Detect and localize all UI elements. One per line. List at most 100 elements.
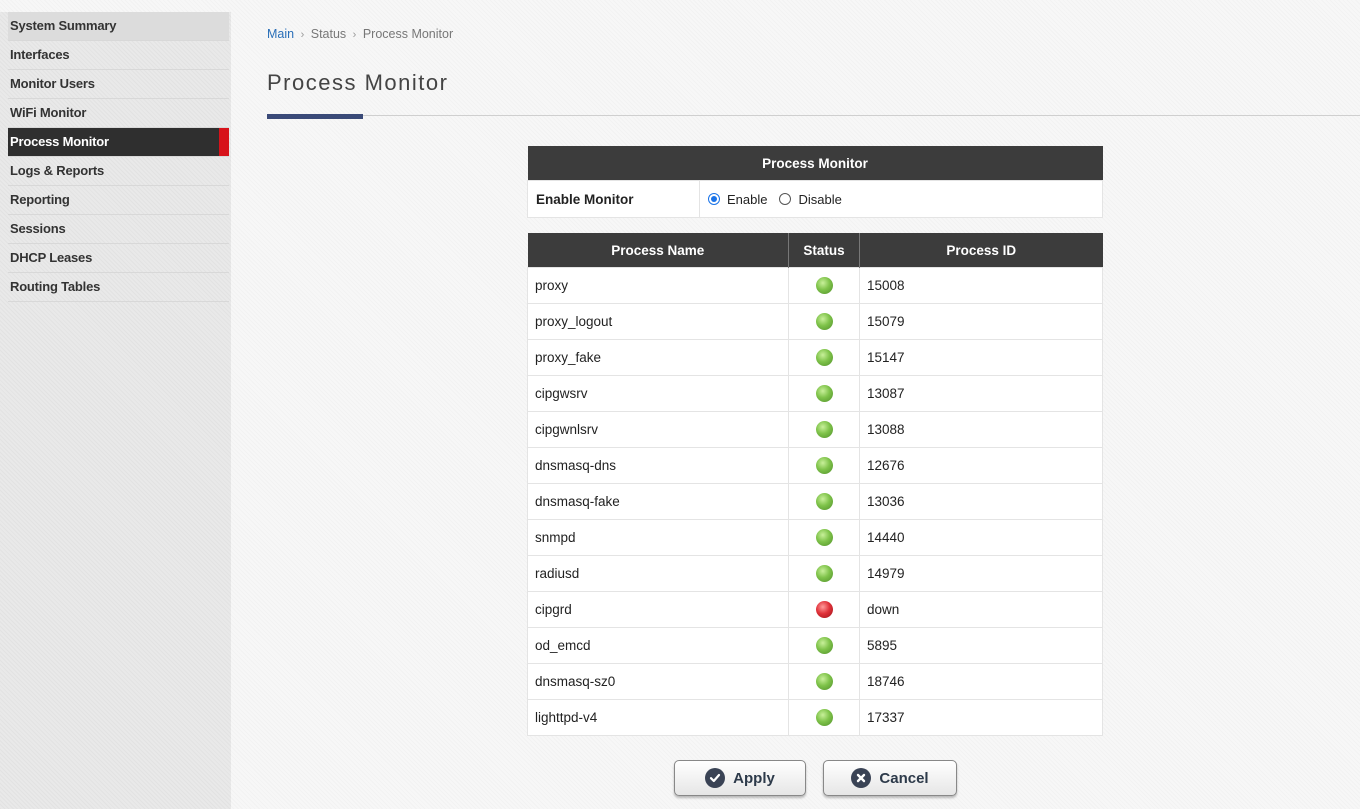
apply-button[interactable]: Apply xyxy=(674,760,806,796)
status-up-icon xyxy=(815,385,833,402)
process-id-cell: 12676 xyxy=(859,447,1103,484)
process-name-cell: cipgrd xyxy=(527,591,789,628)
process-status-cell xyxy=(788,483,860,520)
process-name-cell: snmpd xyxy=(527,519,789,556)
enable-radio[interactable] xyxy=(708,193,720,205)
table-row: radiusd 14979 xyxy=(527,555,1103,592)
process-id-cell: 15147 xyxy=(859,339,1103,376)
status-up-icon xyxy=(815,709,833,726)
table-row: snmpd 14440 xyxy=(527,519,1103,556)
column-header-status: Status xyxy=(788,233,860,268)
sidebar-item-reporting[interactable]: Reporting xyxy=(8,186,229,215)
process-id-cell: 13087 xyxy=(859,375,1103,412)
status-down-icon xyxy=(815,601,833,618)
monitor-table-header: Process Monitor xyxy=(527,146,1103,181)
status-up-icon xyxy=(815,313,833,330)
process-status-cell xyxy=(788,339,860,376)
sidebar-item-sessions[interactable]: Sessions xyxy=(8,215,229,244)
process-name-cell: cipgwnlsrv xyxy=(527,411,789,448)
sidebar-item-system-summary[interactable]: System Summary xyxy=(8,12,229,41)
status-up-icon xyxy=(815,349,833,366)
process-status-cell xyxy=(788,519,860,556)
sidebar-item-routing-tables[interactable]: Routing Tables xyxy=(8,273,229,302)
sidebar-item-monitor-users[interactable]: Monitor Users xyxy=(8,70,229,99)
apply-button-label: Apply xyxy=(733,769,775,787)
enable-monitor-label: Enable Monitor xyxy=(527,180,700,218)
enable-monitor-options: Enable Disable xyxy=(699,180,1103,218)
table-row: dnsmasq-fake 13036 xyxy=(527,483,1103,520)
table-row: proxy 15008 xyxy=(527,267,1103,304)
process-status-cell xyxy=(788,555,860,592)
sidebar-item-interfaces[interactable]: Interfaces xyxy=(8,41,229,70)
process-id-cell: 18746 xyxy=(859,663,1103,700)
cancel-button[interactable]: Cancel xyxy=(823,760,957,796)
status-up-icon xyxy=(815,421,833,438)
process-name-cell: proxy xyxy=(527,267,789,304)
table-row: lighttpd-v4 17337 xyxy=(527,699,1103,736)
table-row: dnsmasq-dns 12676 xyxy=(527,447,1103,484)
process-status-cell xyxy=(788,303,860,340)
title-divider xyxy=(267,115,1360,116)
status-up-icon xyxy=(815,673,833,690)
process-id-cell: 13036 xyxy=(859,483,1103,520)
table-row: cipgrd down xyxy=(527,591,1103,628)
process-status-cell xyxy=(788,375,860,412)
process-name-cell: od_emcd xyxy=(527,627,789,664)
process-id-cell: 15079 xyxy=(859,303,1103,340)
process-status-cell xyxy=(788,591,860,628)
sidebar-item-wifi-monitor[interactable]: WiFi Monitor xyxy=(8,99,229,128)
sidebar-item-dhcp-leases[interactable]: DHCP Leases xyxy=(8,244,229,273)
process-name-cell: proxy_logout xyxy=(527,303,789,340)
process-id-cell: 5895 xyxy=(859,627,1103,664)
column-header-process-name: Process Name xyxy=(527,233,789,268)
page-title: Process Monitor xyxy=(267,70,449,95)
breadcrumb: Main › Status › Process Monitor xyxy=(267,27,453,41)
enable-radio-label[interactable]: Enable xyxy=(727,192,767,207)
process-name-cell: dnsmasq-sz0 xyxy=(527,663,789,700)
table-row: proxy_logout 15079 xyxy=(527,303,1103,340)
cancel-button-label: Cancel xyxy=(879,769,929,787)
close-icon xyxy=(851,768,872,788)
table-row: cipgwnlsrv 13088 xyxy=(527,411,1103,448)
status-up-icon xyxy=(815,565,833,582)
sidebar: System Summary Interfaces Monitor Users … xyxy=(0,12,231,809)
checkmark-icon xyxy=(705,768,726,788)
table-row: dnsmasq-sz0 18746 xyxy=(527,663,1103,700)
monitor-settings-table: Process Monitor Enable Monitor Enable Di… xyxy=(527,146,1103,218)
sidebar-item-logs-reports[interactable]: Logs & Reports xyxy=(8,157,229,186)
breadcrumb-separator: › xyxy=(352,29,357,41)
status-up-icon xyxy=(815,493,833,510)
process-status-cell xyxy=(788,663,860,700)
process-name-cell: cipgwsrv xyxy=(527,375,789,412)
status-up-icon xyxy=(815,529,833,546)
process-name-cell: proxy_fake xyxy=(527,339,789,376)
column-header-process-id: Process ID xyxy=(859,233,1103,268)
process-id-cell: 15008 xyxy=(859,267,1103,304)
breadcrumb-current: Process Monitor xyxy=(362,27,454,41)
table-row: od_emcd 5895 xyxy=(527,627,1103,664)
process-id-cell: 17337 xyxy=(859,699,1103,736)
process-name-cell: radiusd xyxy=(527,555,789,592)
process-table: Process Name Status Process ID proxy 1500… xyxy=(527,233,1103,736)
process-status-cell xyxy=(788,411,860,448)
table-row: cipgwsrv 13087 xyxy=(527,375,1103,412)
status-up-icon xyxy=(815,457,833,474)
process-name-cell: dnsmasq-dns xyxy=(527,447,789,484)
sidebar-item-process-monitor[interactable]: Process Monitor xyxy=(8,128,229,157)
process-status-cell xyxy=(788,699,860,736)
process-name-cell: dnsmasq-fake xyxy=(527,483,789,520)
process-status-cell xyxy=(788,267,860,304)
breadcrumb-status: Status xyxy=(310,27,347,41)
title-accent-bar xyxy=(267,114,363,119)
disable-radio-label[interactable]: Disable xyxy=(798,192,841,207)
disable-radio[interactable] xyxy=(779,193,792,205)
breadcrumb-main-link[interactable]: Main xyxy=(267,27,294,41)
status-up-icon xyxy=(815,277,833,294)
process-status-cell xyxy=(788,447,860,484)
status-up-icon xyxy=(815,637,833,654)
process-id-cell: 14440 xyxy=(859,519,1103,556)
process-name-cell: lighttpd-v4 xyxy=(527,699,789,736)
process-id-cell: down xyxy=(859,591,1103,628)
table-row: proxy_fake 15147 xyxy=(527,339,1103,376)
process-status-cell xyxy=(788,627,860,664)
